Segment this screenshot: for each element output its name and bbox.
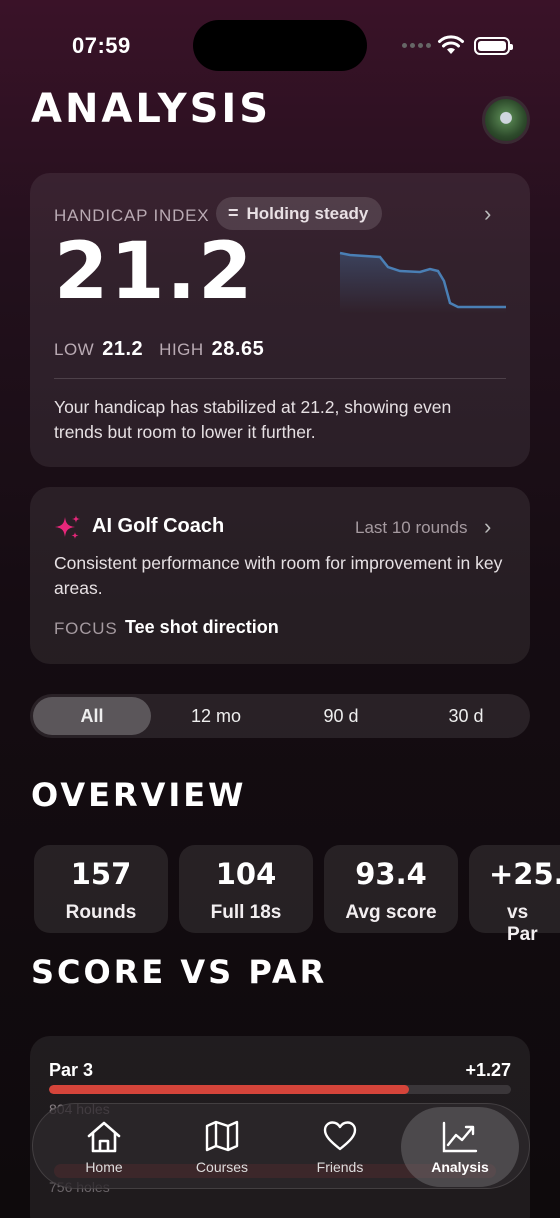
battery-icon [474,37,513,55]
avatar[interactable] [482,96,530,144]
tab-courses[interactable]: Courses [163,1104,281,1190]
handicap-description: Your handicap has stabilized at 21.2, sh… [54,397,452,442]
filter-12-months[interactable]: 12 mo [157,697,275,735]
chevron-right-icon[interactable]: › [484,201,491,227]
tab-friends[interactable]: Friends [281,1104,399,1190]
coach-period: Last 10 rounds [355,518,468,537]
signal-icon [402,43,431,48]
wifi-icon [438,35,464,54]
tab-analysis-label: Analysis [431,1159,489,1175]
focus-label: FOCUS [54,619,118,638]
stat-card-vs-par[interactable]: +25. vs Par [469,845,560,945]
filter-30-days[interactable]: 30 d [407,697,525,735]
time-range-filter: All 12 mo 90 d 30 d [30,694,530,738]
tab-analysis[interactable]: Analysis [401,1107,519,1187]
stat-value: 157 [70,857,132,891]
handicap-sparkline [339,251,506,313]
coach-description: Consistent performance with room for imp… [54,553,503,598]
stat-card-rounds[interactable]: 157 Rounds [34,845,168,933]
tab-friends-label: Friends [316,1159,364,1175]
high-label: HIGH [159,340,204,359]
high-value: 28.65 [211,338,265,360]
handicap-label: HANDICAP INDEX [54,206,210,225]
divider [54,378,506,379]
focus-value: Tee shot direction [125,617,279,637]
stat-label: vs Par [507,902,538,945]
tab-home[interactable]: Home [45,1104,163,1190]
status-bar: 07:59 [0,0,560,90]
filter-all[interactable]: All [33,697,151,735]
heart-icon [323,1121,357,1151]
status-time: 07:59 [72,33,131,58]
stat-card-avg-score[interactable]: 93.4 Avg score [324,845,458,933]
par3-label: Par 3 [49,1060,94,1080]
par3-bar [49,1085,511,1094]
sparkle-icon [55,515,80,539]
filter-90-days[interactable]: 90 d [282,697,400,735]
trend-label: Holding steady [246,203,369,223]
tab-home-label: Home [85,1159,123,1175]
tab-courses-label: Courses [195,1159,249,1175]
par3-value: +1.27 [465,1060,511,1080]
stat-card-full-18s[interactable]: 104 Full 18s [179,845,313,933]
page-title: ANALYSIS [31,86,272,132]
low-label: LOW [54,340,95,359]
coach-title: AI Golf Coach [92,515,225,537]
score-vs-par-title: SCORE VS PAR [31,953,328,991]
low-value: 21.2 [102,338,144,360]
tab-bar: Home Courses Friends Analysis [32,1103,530,1189]
par3-bar-fill [49,1085,410,1094]
overview-title: OVERVIEW [31,776,247,814]
dynamic-island [193,20,367,71]
stat-label: Avg score [345,902,437,923]
handicap-card[interactable]: HANDICAP INDEX = Holding steady › 21.2 L… [30,173,530,467]
trend-badge: = Holding steady [216,197,383,230]
handicap-range: LOW 21.2 HIGH 28.65 [54,338,280,361]
home-icon [87,1121,121,1153]
equals-icon: = [228,203,239,223]
chart-icon [442,1121,478,1153]
map-icon [205,1120,239,1152]
stat-value: +25. [489,857,560,891]
stat-value: 104 [215,857,277,891]
stat-value: 93.4 [355,857,427,891]
handicap-value: 21.2 [54,227,255,317]
ai-coach-card[interactable]: AI Golf Coach Last 10 rounds › Consisten… [30,487,530,664]
stat-label: Rounds [65,902,137,923]
stat-label: Full 18s [210,902,282,923]
chevron-right-icon[interactable]: › [484,514,491,540]
